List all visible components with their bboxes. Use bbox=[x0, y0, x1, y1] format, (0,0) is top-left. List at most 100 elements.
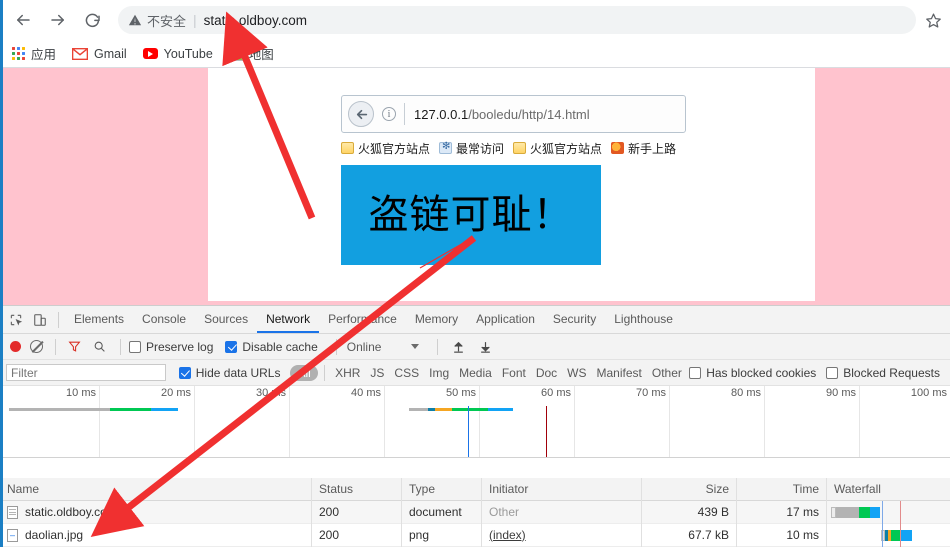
bookmark-maps[interactable]: 地图 bbox=[228, 44, 274, 63]
column-header-initiator[interactable]: Initiator bbox=[482, 477, 642, 501]
bookmark-youtube-label: YouTube bbox=[163, 46, 213, 61]
initiator-link[interactable]: (index) bbox=[489, 528, 526, 542]
filter-type-img[interactable]: Img bbox=[424, 366, 454, 380]
toolbar-divider-3 bbox=[335, 338, 337, 355]
network-overview-timeline[interactable]: 10 ms 20 ms 30 ms 40 ms 50 ms 60 ms 70 m… bbox=[0, 386, 950, 458]
forward-icon[interactable] bbox=[43, 5, 73, 35]
reload-icon[interactable] bbox=[78, 5, 108, 35]
hide-data-urls-checkbox[interactable]: Hide data URLs bbox=[178, 365, 281, 380]
folder-icon bbox=[341, 142, 354, 154]
overview-bar-request-1-receive bbox=[151, 408, 178, 411]
tab-memory[interactable]: Memory bbox=[406, 306, 467, 333]
filter-type-xhr[interactable]: XHR bbox=[330, 366, 365, 380]
browser-toolbar: 不安全 | static.oldboy.com bbox=[0, 0, 950, 40]
bookmark-gmail[interactable]: Gmail bbox=[72, 47, 127, 61]
firefox-bookmark-3-label: 新手上路 bbox=[628, 141, 677, 156]
column-header-waterfall[interactable]: Waterfall bbox=[827, 478, 950, 501]
table-row[interactable]: – daolian.jpg 200 png (index) 67.7 kB 10… bbox=[0, 523, 950, 547]
has-blocked-cookies-checkbox[interactable]: Has blocked cookies bbox=[689, 366, 816, 380]
firefox-bookmark-3: 新手上路 bbox=[611, 140, 676, 157]
filter-type-font[interactable]: Font bbox=[497, 366, 531, 380]
overview-tick-50: 50 ms bbox=[446, 387, 476, 399]
toolbar-divider-2 bbox=[120, 338, 121, 355]
cell-initiator[interactable]: (index) bbox=[482, 523, 642, 547]
overview-tick-30: 30 ms bbox=[256, 387, 286, 399]
download-arrow-icon[interactable] bbox=[479, 340, 492, 354]
firefox-url-host: 127.0.0.1 bbox=[414, 106, 469, 122]
filter-input[interactable] bbox=[6, 364, 166, 381]
network-filter-bar: Hide data URLs All XHR JS CSS Img Media … bbox=[0, 360, 950, 386]
table-header-row: Name Status Type Initiator Size Time Wat… bbox=[0, 477, 950, 501]
overview-bar-request-2-connect bbox=[428, 408, 435, 411]
bookmark-youtube[interactable]: YouTube bbox=[142, 46, 213, 61]
magnifier-icon[interactable] bbox=[93, 340, 106, 353]
filter-type-doc[interactable]: Doc bbox=[531, 366, 562, 380]
overview-tick-80: 80 ms bbox=[731, 387, 761, 399]
filter-type-js[interactable]: JS bbox=[365, 366, 389, 380]
filter-type-other[interactable]: Other bbox=[647, 366, 687, 380]
preserve-log-label: Preserve log bbox=[146, 339, 214, 354]
column-header-time[interactable]: Time bbox=[737, 477, 827, 501]
tab-sources[interactable]: Sources bbox=[195, 306, 257, 333]
inspect-element-icon[interactable] bbox=[4, 308, 28, 332]
request-name: static.oldboy.com bbox=[25, 504, 117, 519]
column-header-type[interactable]: Type bbox=[402, 477, 482, 501]
record-dot-icon[interactable] bbox=[10, 341, 21, 352]
throttling-select[interactable]: Online bbox=[347, 340, 382, 354]
tab-security[interactable]: Security bbox=[544, 306, 605, 333]
overview-tick-90: 90 ms bbox=[826, 387, 856, 399]
checkbox-box bbox=[826, 366, 839, 379]
toolbar-divider-1 bbox=[55, 338, 56, 355]
cell-name[interactable]: – daolian.jpg bbox=[0, 523, 312, 547]
column-header-name[interactable]: Name bbox=[0, 477, 312, 501]
back-circle-icon bbox=[348, 101, 374, 127]
disable-cache-checkbox[interactable]: Disable cache bbox=[225, 339, 318, 354]
waterfall-load-line bbox=[900, 501, 901, 547]
hide-data-urls-label: Hide data URLs bbox=[195, 365, 281, 380]
chevron-down-icon[interactable] bbox=[411, 344, 420, 349]
info-icon: i bbox=[382, 107, 396, 121]
funnel-icon[interactable] bbox=[68, 340, 81, 353]
cell-name[interactable]: static.oldboy.com bbox=[0, 500, 312, 524]
bookmark-apps[interactable]: 应用 bbox=[12, 44, 56, 63]
bookmark-gmail-label: Gmail bbox=[94, 46, 127, 61]
device-toolbar-icon[interactable] bbox=[28, 308, 52, 332]
column-header-size[interactable]: Size bbox=[642, 477, 737, 501]
disable-cache-label: Disable cache bbox=[242, 339, 318, 354]
maps-icon bbox=[228, 46, 243, 61]
column-header-status[interactable]: Status bbox=[312, 477, 402, 501]
table-row[interactable]: static.oldboy.com 200 document Other 439… bbox=[0, 500, 950, 524]
address-bar[interactable]: 不安全 | static.oldboy.com bbox=[118, 6, 916, 34]
firefox-bookmark-2-label: 火狐官方站点 bbox=[530, 141, 603, 156]
star-icon[interactable] bbox=[916, 5, 950, 35]
filter-type-manifest[interactable]: Manifest bbox=[592, 366, 647, 380]
tab-console[interactable]: Console bbox=[133, 306, 195, 333]
tab-elements[interactable]: Elements bbox=[65, 306, 133, 333]
security-label: 不安全 bbox=[147, 13, 187, 29]
filter-type-ws[interactable]: WS bbox=[562, 366, 591, 380]
cell-time: 10 ms bbox=[737, 523, 827, 547]
tab-network[interactable]: Network bbox=[257, 306, 319, 333]
overview-bar-request-2-wait bbox=[409, 408, 428, 411]
overview-bar-request-2-download bbox=[452, 408, 488, 411]
embedded-firefox-screenshot: i 127.0.0.1/booledu/http/14.html 火狐官方站点 … bbox=[336, 93, 810, 298]
preserve-log-checkbox[interactable]: Preserve log bbox=[129, 340, 213, 354]
cell-size: 439 B bbox=[642, 500, 737, 524]
checkbox-box bbox=[689, 366, 702, 379]
tab-performance[interactable]: Performance bbox=[319, 306, 406, 333]
clear-icon[interactable] bbox=[30, 340, 43, 353]
tab-lighthouse[interactable]: Lighthouse bbox=[605, 306, 682, 333]
filter-type-css[interactable]: CSS bbox=[389, 366, 424, 380]
filter-type-media[interactable]: Media bbox=[454, 366, 497, 380]
filter-type-all[interactable]: All bbox=[290, 364, 318, 381]
gmail-icon bbox=[72, 47, 89, 60]
cell-waterfall bbox=[827, 524, 950, 547]
bookmark-star-icon bbox=[439, 141, 453, 154]
cell-type: png bbox=[402, 523, 482, 547]
tab-application[interactable]: Application bbox=[467, 306, 544, 333]
back-icon[interactable] bbox=[8, 5, 38, 35]
blocked-requests-checkbox[interactable]: Blocked Requests bbox=[826, 366, 940, 380]
document-icon bbox=[7, 505, 18, 519]
upload-arrow-icon[interactable] bbox=[452, 340, 465, 354]
cell-time: 17 ms bbox=[737, 500, 827, 524]
